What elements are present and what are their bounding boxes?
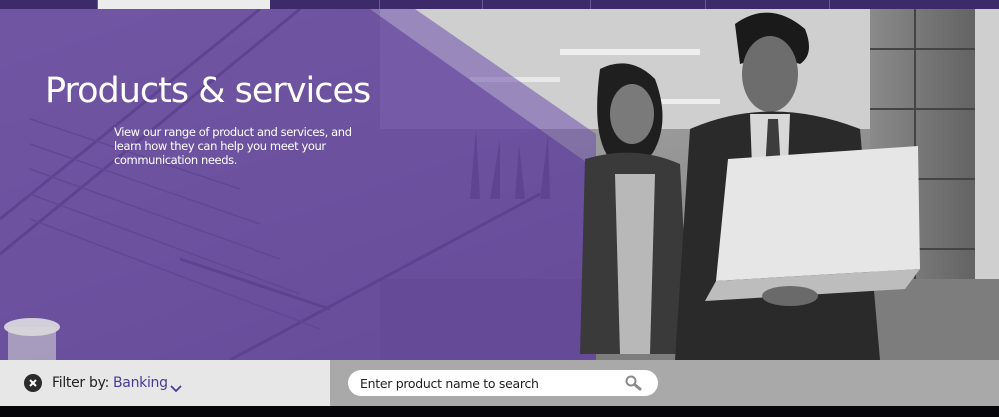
page-title: Products & services <box>45 71 371 111</box>
filter-label: Filter by: <box>52 375 109 391</box>
top-nav-tab[interactable] <box>0 0 98 9</box>
top-nav-tab[interactable] <box>380 0 483 9</box>
chevron-down-icon[interactable] <box>170 379 182 393</box>
filter-dropdown-value[interactable]: Banking <box>113 375 168 391</box>
top-nav-tab[interactable] <box>270 0 380 9</box>
hero-description: View our range of product and services, … <box>114 125 352 167</box>
close-circle-icon[interactable] <box>24 374 42 392</box>
search-box[interactable] <box>348 370 658 396</box>
search-input[interactable] <box>360 373 615 393</box>
top-nav-tab[interactable] <box>483 0 591 9</box>
top-nav-tab-active[interactable] <box>98 0 270 9</box>
top-nav-tab[interactable] <box>591 0 706 9</box>
hero-photo <box>0 9 999 360</box>
page-bottom <box>0 406 999 417</box>
top-nav-tab[interactable] <box>706 0 830 9</box>
filter-panel: Filter by: Banking <box>0 360 330 406</box>
magnifier-icon[interactable] <box>624 374 644 392</box>
top-nav-tab[interactable] <box>830 0 999 9</box>
hero-banner: Products & services View our range of pr… <box>0 9 999 360</box>
top-nav <box>0 0 999 9</box>
